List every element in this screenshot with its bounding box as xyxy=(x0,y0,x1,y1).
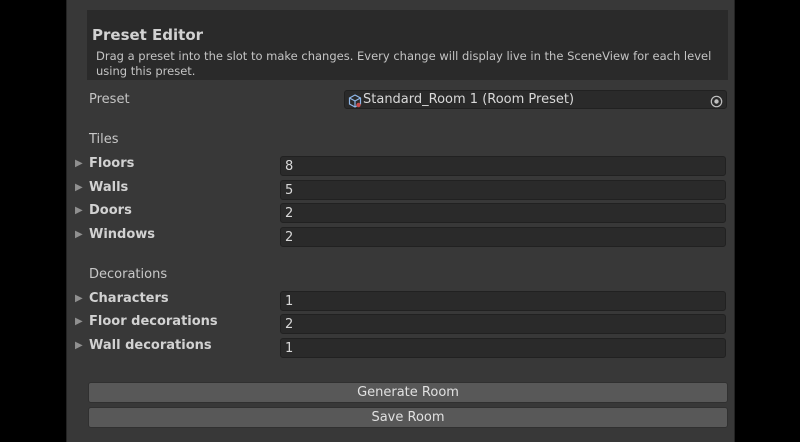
help-box: Preset Editor Drag a preset into the slo… xyxy=(87,10,728,80)
object-picker-icon[interactable] xyxy=(710,93,723,108)
generate-room-button[interactable]: Generate Room xyxy=(88,382,728,403)
save-room-button[interactable]: Save Room xyxy=(88,407,728,428)
decorations-header: Decorations xyxy=(89,267,168,282)
floors-field[interactable]: 8 xyxy=(280,156,726,176)
characters-value: 1 xyxy=(285,294,294,309)
characters-label[interactable]: Characters xyxy=(89,291,169,306)
wall-decorations-label[interactable]: Wall decorations xyxy=(89,338,212,353)
foldout-arrow-icon[interactable]: ▶ xyxy=(75,158,83,169)
windows-label[interactable]: Windows xyxy=(89,227,155,242)
decorations-row-characters: ▶ Characters 1 xyxy=(75,291,727,312)
help-description: Drag a preset into the slot to make chan… xyxy=(96,49,712,78)
tiles-row-doors: ▶ Doors 2 xyxy=(75,203,727,224)
tiles-header: Tiles xyxy=(89,132,119,147)
windows-field[interactable]: 2 xyxy=(280,227,726,247)
windows-value: 2 xyxy=(285,230,294,245)
wall-decorations-field[interactable]: 1 xyxy=(280,338,726,358)
inspector-panel: Preset Editor Drag a preset into the slo… xyxy=(66,0,735,442)
wall-decorations-value: 1 xyxy=(285,341,294,356)
tiles-row-floors: ▶ Floors 8 xyxy=(75,156,727,177)
decorations-row-floor-decorations: ▶ Floor decorations 2 xyxy=(75,314,727,335)
foldout-arrow-icon[interactable]: ▶ xyxy=(75,340,83,351)
foldout-arrow-icon[interactable]: ▶ xyxy=(75,293,83,304)
preset-value: Standard_Room 1 (Room Preset) xyxy=(363,92,575,107)
walls-field[interactable]: 5 xyxy=(280,180,726,200)
foldout-arrow-icon[interactable]: ▶ xyxy=(75,316,83,327)
floors-label[interactable]: Floors xyxy=(89,156,134,171)
floor-decorations-value: 2 xyxy=(285,317,294,332)
foldout-arrow-icon[interactable]: ▶ xyxy=(75,229,83,240)
floors-value: 8 xyxy=(285,159,294,174)
preset-label: Preset xyxy=(89,92,130,107)
preset-object-field[interactable]: Standard_Room 1 (Room Preset) xyxy=(344,90,727,109)
tiles-row-windows: ▶ Windows 2 xyxy=(75,227,727,248)
foldout-arrow-icon[interactable]: ▶ xyxy=(75,182,83,193)
characters-field[interactable]: 1 xyxy=(280,291,726,311)
floor-decorations-field[interactable]: 2 xyxy=(280,314,726,334)
tiles-row-walls: ▶ Walls 5 xyxy=(75,180,727,201)
walls-value: 5 xyxy=(285,183,294,198)
decorations-row-wall-decorations: ▶ Wall decorations 1 xyxy=(75,338,727,359)
help-title: Preset Editor xyxy=(92,26,204,44)
walls-label[interactable]: Walls xyxy=(89,180,128,195)
doors-value: 2 xyxy=(285,206,294,221)
doors-field[interactable]: 2 xyxy=(280,203,726,223)
floor-decorations-label[interactable]: Floor decorations xyxy=(89,314,218,329)
doors-label[interactable]: Doors xyxy=(89,203,132,218)
foldout-arrow-icon[interactable]: ▶ xyxy=(75,205,83,216)
prefab-icon xyxy=(348,93,362,108)
